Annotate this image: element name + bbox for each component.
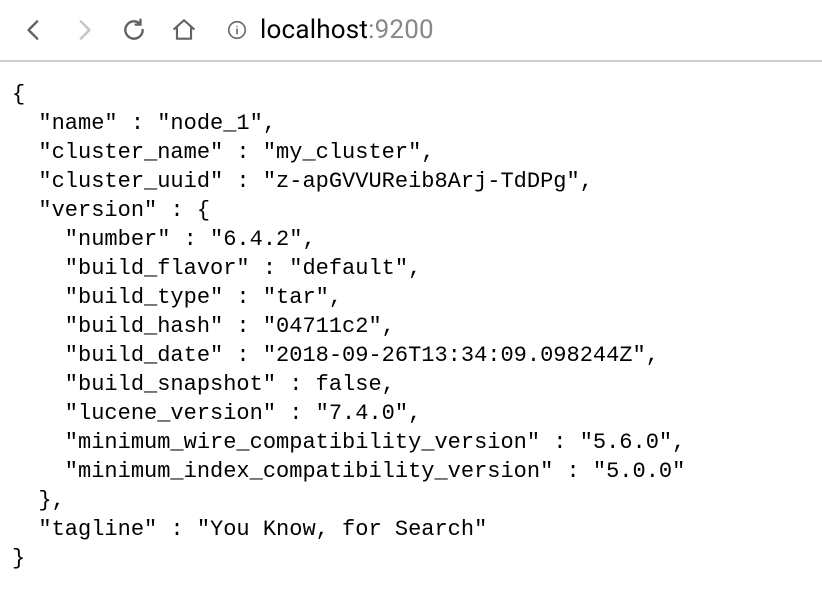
back-button[interactable] [12, 8, 56, 52]
browser-toolbar: localhost:9200 [0, 0, 822, 62]
url-text: localhost:9200 [260, 15, 434, 45]
forward-button[interactable] [62, 8, 106, 52]
url-port: :9200 [368, 15, 434, 45]
page-content: { "name" : "node_1", "cluster_name" : "m… [0, 62, 822, 573]
home-button[interactable] [162, 8, 206, 52]
url-host: localhost [260, 15, 368, 45]
site-info-icon[interactable] [226, 19, 248, 41]
json-response: { "name" : "node_1", "cluster_name" : "m… [12, 80, 822, 573]
address-bar[interactable]: localhost:9200 [226, 8, 810, 52]
reload-button[interactable] [112, 8, 156, 52]
